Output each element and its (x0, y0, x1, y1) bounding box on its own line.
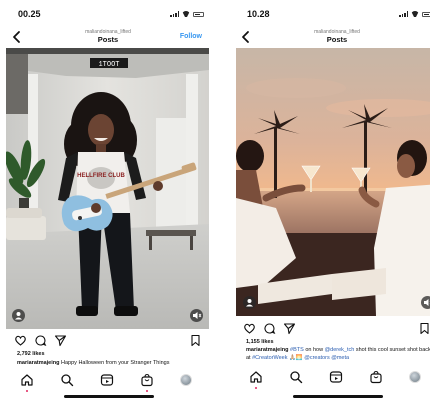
tagged-people-icon[interactable] (12, 309, 25, 322)
follow-button[interactable]: Follow (180, 33, 202, 40)
shop-icon[interactable] (140, 373, 154, 387)
wifi-icon (182, 11, 190, 17)
mention-derek[interactable]: @derek_tch (325, 347, 355, 353)
guitar-performance-image: 1TOOT HELLFIRE CLUB (6, 48, 209, 329)
home-indicator (293, 395, 383, 398)
back-arrow-icon[interactable] (240, 30, 252, 44)
share-icon[interactable] (283, 322, 296, 335)
post-header: maliandoinana_lifted Posts (233, 26, 430, 48)
shop-notification-dot (146, 390, 148, 392)
reels-icon[interactable] (100, 373, 114, 387)
bookmark-icon[interactable] (189, 334, 202, 347)
search-icon[interactable] (60, 373, 74, 387)
likes-count: 1,155 likes (246, 339, 274, 345)
tagged-people-icon[interactable] (243, 296, 256, 309)
status-bar: 10.28 (233, 0, 430, 26)
page-title: Posts (97, 35, 119, 44)
hashtag-creatorweek[interactable]: #CreatorWeek (252, 355, 287, 361)
post-actions (233, 322, 430, 336)
search-icon[interactable] (289, 370, 303, 384)
signal-icon (170, 11, 179, 17)
battery-icon (193, 11, 204, 17)
status-time: 10.28 (247, 9, 270, 19)
comment-icon[interactable] (263, 322, 276, 335)
post-actions (4, 334, 212, 348)
signal-icon (399, 11, 408, 17)
post-video[interactable] (236, 48, 430, 316)
caption-username[interactable]: mariaratmajeing (246, 347, 289, 353)
bottom-tab-bar (233, 370, 430, 392)
home-icon[interactable] (20, 373, 34, 387)
status-icons (399, 11, 430, 17)
shirt-text: HELLFIRE CLUB (77, 173, 125, 179)
profile-avatar[interactable] (409, 371, 421, 383)
hashtag-bts[interactable]: #BTS (290, 347, 304, 353)
header-title-block: maliandoinana_lifted Posts (44, 29, 172, 45)
bottom-tab-bar (4, 373, 212, 395)
mute-icon[interactable] (190, 309, 203, 322)
home-notification-dot (255, 387, 257, 389)
comment-icon[interactable] (34, 334, 47, 347)
status-time: 00.25 (18, 9, 41, 19)
post-caption: mariaratmajeing Happy Halloween from you… (17, 360, 206, 366)
wifi-icon (411, 11, 419, 17)
header-title-block: maliandoinana_lifted Posts (273, 29, 401, 45)
mention-creators[interactable]: @creators (304, 355, 329, 361)
share-icon[interactable] (54, 334, 67, 347)
post-header: maliandoinana_lifted Posts Follow (4, 26, 212, 48)
caption-text: on how (303, 347, 325, 353)
post-video[interactable]: 1TOOT HELLFIRE CLUB (6, 48, 209, 329)
heart-icon[interactable] (243, 322, 256, 335)
battery-icon (422, 11, 430, 17)
back-arrow-icon[interactable] (11, 30, 23, 44)
shop-icon[interactable] (369, 370, 383, 384)
bookmark-icon[interactable] (418, 322, 430, 335)
page-title: Posts (326, 35, 348, 44)
mention-meta[interactable]: @meta (331, 355, 349, 361)
home-indicator (64, 395, 154, 398)
sunset-toast-image (236, 48, 430, 316)
phone-right: 10.28 maliandoinana_lifted Posts 1,155 l… (233, 0, 430, 400)
home-notification-dot (26, 390, 28, 392)
caption-text: Happy Halloween from your Stranger Thing… (59, 360, 170, 366)
profile-avatar[interactable] (180, 374, 192, 386)
caption-username[interactable]: mariaratmajeing (17, 360, 60, 366)
reels-icon[interactable] (329, 370, 343, 384)
media-overlay-text: 1TOOT (98, 61, 119, 69)
likes-count: 2,792 likes (17, 351, 45, 357)
heart-icon[interactable] (14, 334, 27, 347)
home-icon[interactable] (249, 370, 263, 384)
status-bar: 00.25 (4, 0, 212, 26)
caption-text: 🙏🏼🌅 (287, 354, 305, 361)
phone-left: 00.25 maliandoinana_lifted Posts Follow (4, 0, 212, 400)
post-caption: mariaratmajeing #BTS on how @derek_tch s… (246, 347, 430, 362)
status-icons (170, 11, 204, 17)
mute-icon[interactable] (421, 296, 430, 309)
